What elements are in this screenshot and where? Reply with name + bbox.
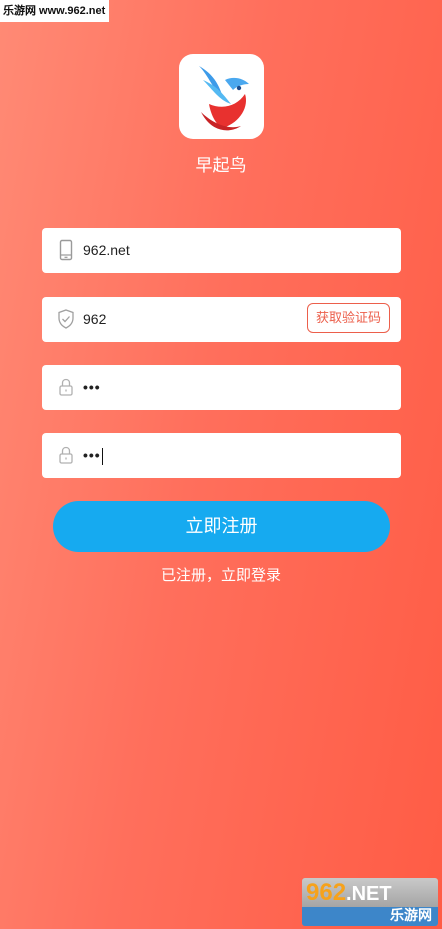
brand-badge-subtitle: 乐游网 (302, 907, 438, 926)
confirm-password-input[interactable]: ••• (83, 447, 101, 463)
confirm-password-input-wrap[interactable]: ••• (83, 433, 103, 478)
app-name: 早起鸟 (195, 156, 247, 176)
brand-badge-logo: 962.NET 乐游网 (302, 878, 438, 926)
lock-icon (55, 376, 77, 398)
watermark-label: 乐游网 www.962.net (0, 0, 110, 22)
register-button[interactable]: 立即注册 (53, 501, 390, 552)
code-input[interactable]: 962 (83, 297, 106, 342)
app-logo (179, 54, 264, 139)
brand-badge-title: 962.NET (306, 880, 392, 906)
brand-badge-suffix: .NET (346, 883, 392, 905)
get-code-button[interactable]: 获取验证码 (307, 303, 390, 333)
password-input[interactable]: ••• (83, 365, 101, 410)
password-field[interactable]: ••• (42, 365, 401, 410)
confirm-password-field[interactable]: ••• (42, 433, 401, 478)
text-cursor (101, 447, 103, 465)
bird-logo-icon (199, 66, 249, 131)
lock-icon (55, 444, 77, 466)
code-field[interactable]: 962 获取验证码 (42, 297, 401, 342)
brand-badge-number: 962 (306, 879, 347, 906)
phone-field[interactable]: 962.net (42, 228, 401, 273)
login-link[interactable]: 已注册，立即登录 (0, 561, 442, 589)
shield-icon (55, 308, 77, 330)
phone-input[interactable]: 962.net (83, 228, 130, 273)
phone-icon (55, 239, 77, 261)
